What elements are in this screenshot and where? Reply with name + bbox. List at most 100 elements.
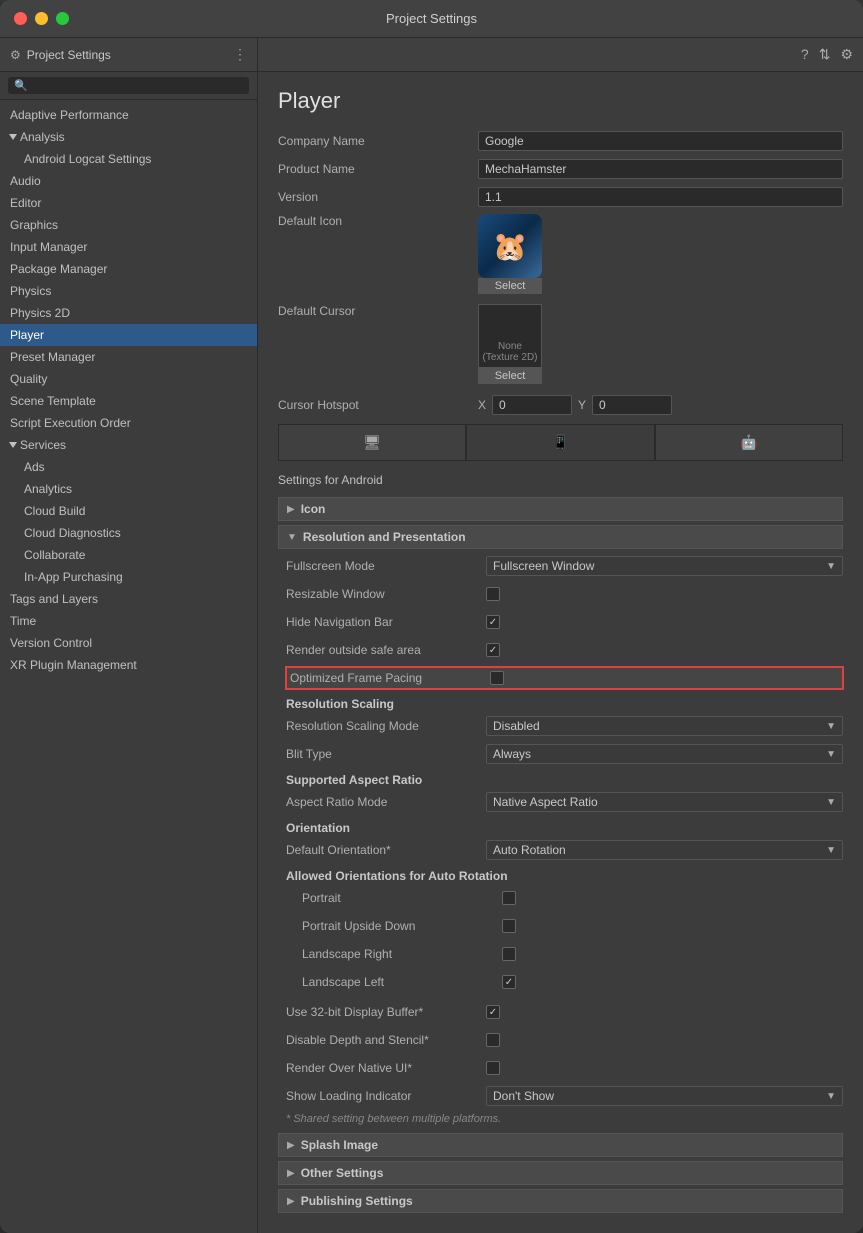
sidebar-item-label: Android Logcat Settings xyxy=(24,152,151,166)
sidebar-item-analytics[interactable]: Analytics xyxy=(0,478,257,500)
default-cursor-label: Default Cursor xyxy=(278,304,478,318)
sidebar-item-tags-and-layers[interactable]: Tags and Layers xyxy=(0,588,257,610)
resolution-scaling-mode-row: Resolution Scaling Mode Disabled ▼ xyxy=(286,715,843,737)
sidebar-item-physics[interactable]: Physics xyxy=(0,280,257,302)
sidebar-item-physics-2d[interactable]: Physics 2D xyxy=(0,302,257,324)
section-splash-header[interactable]: ▶ Splash Image xyxy=(278,1133,843,1157)
sidebar-item-package-manager[interactable]: Package Manager xyxy=(0,258,257,280)
use-32bit-checkbox[interactable]: ✓ xyxy=(486,1005,500,1019)
render-over-native-row: Render Over Native UI* xyxy=(286,1057,843,1079)
sidebar-item-ads[interactable]: Ads xyxy=(0,456,257,478)
show-loading-dropdown[interactable]: Don't Show ▼ xyxy=(486,1086,843,1106)
section-icon-header[interactable]: ▶ Icon xyxy=(278,497,843,521)
gear-icon: ⚙ xyxy=(10,48,21,62)
layout-icon[interactable]: ⇅ xyxy=(819,46,831,63)
sidebar-item-scene-template[interactable]: Scene Template xyxy=(0,390,257,412)
aspect-ratio-mode-dropdown[interactable]: Native Aspect Ratio ▼ xyxy=(486,792,843,812)
sidebar-item-services[interactable]: Services xyxy=(0,434,257,456)
maximize-button[interactable] xyxy=(56,12,69,25)
sidebar-item-script-execution-order[interactable]: Script Execution Order xyxy=(0,412,257,434)
panel-header-icons: ? ⇅ ⚙ xyxy=(801,46,853,63)
portrait-upside-down-label: Portrait Upside Down xyxy=(302,919,502,933)
show-loading-value: Don't Show xyxy=(493,1089,554,1103)
sidebar-item-cloud-build[interactable]: Cloud Build xyxy=(0,500,257,522)
cursor-y-input[interactable] xyxy=(592,395,672,415)
x-label: X xyxy=(478,398,486,412)
sidebar-item-version-control[interactable]: Version Control xyxy=(0,632,257,654)
section-resolution-header[interactable]: ▼ Resolution and Presentation xyxy=(278,525,843,549)
sidebar-item-graphics[interactable]: Graphics xyxy=(0,214,257,236)
sidebar-item-label: Services xyxy=(20,438,66,452)
disable-depth-checkbox[interactable] xyxy=(486,1033,500,1047)
sidebar-item-label: Cloud Diagnostics xyxy=(24,526,121,540)
default-icon-label: Default Icon xyxy=(278,214,478,228)
sidebar-item-player[interactable]: Player xyxy=(0,324,257,346)
sidebar-item-android-logcat[interactable]: Android Logcat Settings xyxy=(0,148,257,170)
cursor-x-input[interactable] xyxy=(492,395,572,415)
cursor-select-button[interactable]: Select xyxy=(478,368,542,384)
resizable-window-checkbox[interactable] xyxy=(486,587,500,601)
company-name-input[interactable] xyxy=(478,131,843,151)
platform-tab-mobile[interactable]: 📱 xyxy=(466,424,654,460)
sidebar-item-adaptive-performance[interactable]: Adaptive Performance xyxy=(0,104,257,126)
product-name-input[interactable] xyxy=(478,159,843,179)
sidebar-item-time[interactable]: Time xyxy=(0,610,257,632)
expand-icon xyxy=(9,134,17,140)
default-orientation-value: Auto Rotation xyxy=(493,843,566,857)
content-area: Player Company Name Product Name Version xyxy=(258,72,863,1233)
portrait-upside-down-checkbox[interactable] xyxy=(502,919,516,933)
sidebar-item-xr-plugin-management[interactable]: XR Plugin Management xyxy=(0,654,257,676)
render-outside-row: Render outside safe area ✓ xyxy=(286,639,843,661)
sidebar-item-analysis[interactable]: Analysis xyxy=(0,126,257,148)
settings-icon[interactable]: ⚙ xyxy=(840,46,853,63)
icon-select-button[interactable]: Select xyxy=(478,278,542,294)
optimized-frame-row: Optimized Frame Pacing xyxy=(286,667,843,689)
sidebar-item-input-manager[interactable]: Input Manager xyxy=(0,236,257,258)
platform-tab-android[interactable]: 🤖 xyxy=(655,424,843,460)
sidebar-item-in-app-purchasing[interactable]: In-App Purchasing xyxy=(0,566,257,588)
optimized-frame-checkbox[interactable] xyxy=(490,671,504,685)
sidebar-item-audio[interactable]: Audio xyxy=(0,170,257,192)
render-outside-checkbox[interactable]: ✓ xyxy=(486,643,500,657)
fullscreen-mode-dropdown[interactable]: Fullscreen Window ▼ xyxy=(486,556,843,576)
section-publishing: ▶ Publishing Settings xyxy=(278,1189,843,1213)
section-other-title: Other Settings xyxy=(301,1166,384,1180)
default-orientation-row: Default Orientation* Auto Rotation ▼ xyxy=(286,839,843,861)
sidebar-item-cloud-diagnostics[interactable]: Cloud Diagnostics xyxy=(0,522,257,544)
sidebar-item-label: Scene Template xyxy=(10,394,96,408)
platform-tab-desktop[interactable]: 🖥 xyxy=(278,424,466,460)
cursor-none-text2: (Texture 2D) xyxy=(482,352,537,363)
portrait-checkbox[interactable] xyxy=(502,891,516,905)
render-over-native-checkbox[interactable] xyxy=(486,1061,500,1075)
hide-nav-bar-checkbox[interactable]: ✓ xyxy=(486,615,500,629)
close-button[interactable] xyxy=(14,12,27,25)
resolution-scaling-mode-dropdown[interactable]: Disabled ▼ xyxy=(486,716,843,736)
default-orientation-dropdown[interactable]: Auto Rotation ▼ xyxy=(486,840,843,860)
xy-inputs: X Y xyxy=(478,395,672,415)
sidebar-item-quality[interactable]: Quality xyxy=(0,368,257,390)
section-triangle-other: ▶ xyxy=(287,1168,295,1179)
section-other-header[interactable]: ▶ Other Settings xyxy=(278,1161,843,1185)
version-label: Version xyxy=(278,190,478,204)
minimize-button[interactable] xyxy=(35,12,48,25)
sidebar-item-label: Editor xyxy=(10,196,41,210)
sidebar-item-editor[interactable]: Editor xyxy=(0,192,257,214)
section-triangle-icon: ▶ xyxy=(287,504,295,515)
landscape-left-checkbox[interactable]: ✓ xyxy=(502,975,516,989)
sidebar-item-label: Physics xyxy=(10,284,51,298)
version-input[interactable] xyxy=(478,187,843,207)
sidebar-item-label: Ads xyxy=(24,460,45,474)
help-icon[interactable]: ? xyxy=(801,46,809,63)
sidebar-menu-icon[interactable]: ⋮ xyxy=(233,46,247,63)
blit-type-dropdown[interactable]: Always ▼ xyxy=(486,744,843,764)
sidebar-item-label: Time xyxy=(10,614,36,628)
section-publishing-header[interactable]: ▶ Publishing Settings xyxy=(278,1189,843,1213)
sidebar-item-label: Package Manager xyxy=(10,262,107,276)
landscape-right-checkbox[interactable] xyxy=(502,947,516,961)
landscape-left-row: Landscape Left ✓ xyxy=(286,971,843,993)
sidebar-item-preset-manager[interactable]: Preset Manager xyxy=(0,346,257,368)
sidebar-item-label: Tags and Layers xyxy=(10,592,98,606)
sidebar-item-collaborate[interactable]: Collaborate xyxy=(0,544,257,566)
sidebar-tab-label: Project Settings xyxy=(27,48,111,62)
dropdown-arrow: ▼ xyxy=(826,845,836,856)
